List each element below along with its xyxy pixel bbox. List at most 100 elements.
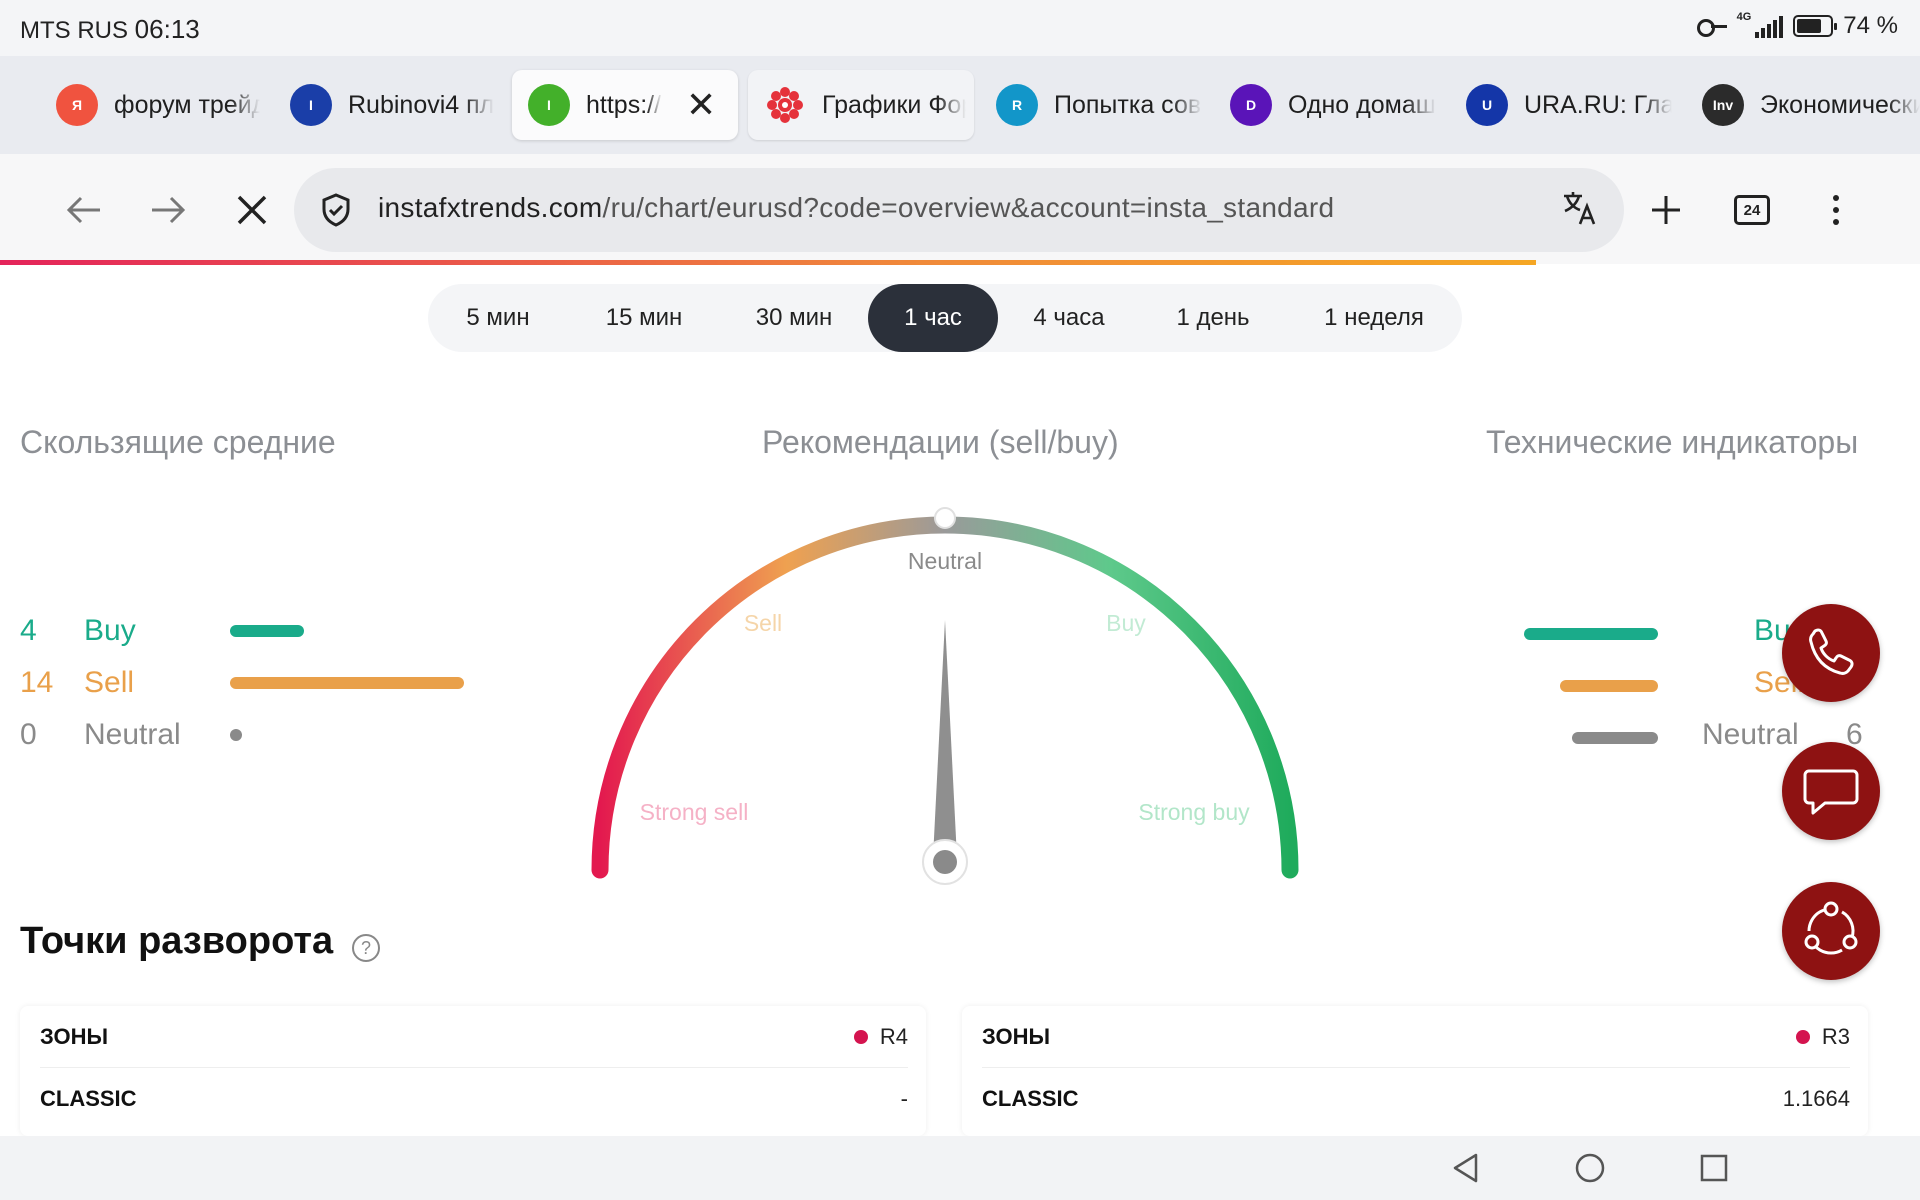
pivot-zone-row: ЗОНЫ R3 [982,1006,1850,1068]
site-favicon-icon: U [1466,84,1508,126]
timeframe-1w[interactable]: 1 неделя [1286,284,1462,352]
call-button[interactable] [1782,604,1880,702]
ti-neutral-bar [1572,732,1658,744]
site-favicon-icon: I [290,84,332,126]
ti-sell-bar [1560,680,1658,692]
carrier-and-clock: MTS RUS 06:13 [20,14,200,45]
ma-sell-count: 14 [20,666,54,699]
recommendation-gauge: Neutral Sell Buy Strong sell Strong buy [591,507,1299,885]
forward-arrow-icon[interactable] [138,182,198,238]
timeframe-selector: 5 мин 15 мин 30 мин 1 час 4 часа 1 день … [428,284,1462,352]
tab-title: Rubinovi4 платформа [348,90,494,119]
site-favicon-icon: R [996,84,1038,126]
gauge-label-neutral: Neutral [908,548,982,574]
timeframe-5m[interactable]: 5 мин [428,284,568,352]
nav-recents-icon[interactable] [1698,1152,1730,1184]
battery-icon [1793,15,1838,37]
stop-loading-icon[interactable] [222,182,282,238]
back-arrow-icon[interactable] [54,182,114,238]
ma-buy-count: 4 [20,614,37,647]
share-icon [1804,901,1858,955]
android-navigation-bar [0,1136,1920,1200]
ma-sell-label: Sell [84,666,135,699]
tab-title: Графики Форекс [822,90,966,119]
resistance-dot-icon [853,1029,868,1044]
gauge-label-strong-buy: Strong buy [1138,799,1250,825]
timeframe-15m[interactable]: 15 мин [568,284,720,352]
ti-neutral-label: Neutral [1702,718,1799,751]
address-bar[interactable]: instafxtrends.com/ru/chart/eurusd?code=o… [294,168,1624,252]
timeframe-1h[interactable]: 1 час [868,284,998,352]
ma-sell-row: 14 Sell [20,666,464,700]
browser-tab[interactable]: R Попытка совершения [980,70,1202,140]
vpn-key-icon [1696,16,1727,37]
browser-toolbar: instafxtrends.com/ru/chart/eurusd?code=o… [0,154,1920,264]
timeframe-4h[interactable]: 4 часа [998,284,1140,352]
phone-icon [1809,628,1854,675]
tab-title: Одно домашнее [1288,90,1436,119]
tab-switcher-button[interactable]: 24 [1732,182,1772,238]
yandex-favicon-icon: Я [56,84,98,126]
investing-favicon-icon: Inv [1702,84,1744,126]
tab-title: Экономические новости [1760,90,1920,119]
resistance-dot-icon [1795,1029,1810,1044]
ma-sell-bar [230,677,464,689]
browser-tab-strip: Я форум трейдеров I Rubinovi4 платформа … [0,56,1920,154]
pivot-card: ЗОНЫ R3 CLASSIC 1.1664 [962,1006,1868,1136]
gauge-needle [933,620,957,858]
pivot-points-title: Точки разворота [20,920,334,962]
gauge-label-sell: Sell [744,610,782,636]
nav-home-icon[interactable] [1574,1152,1606,1184]
gauge-label-buy: Buy [1106,610,1146,636]
clock: 06:13 [134,14,200,44]
status-icons: 4G 74 % [1696,11,1898,40]
browser-tab[interactable]: D Одно домашнее [1214,70,1436,140]
ma-neutral-count: 0 [20,718,37,751]
menu-dots-icon[interactable] [1824,182,1848,238]
tab-title: Попытка совершения [1054,90,1202,119]
timeframe-30m[interactable]: 30 мин [720,284,868,352]
ma-buy-label: Buy [84,614,136,647]
site-favicon-icon: D [1230,84,1272,126]
pivot-card: ЗОНЫ R4 CLASSIC - [20,1006,926,1136]
tab-title: https://instafxtrends [586,90,662,119]
browser-tab-active[interactable]: I https://instafxtrends ✕ [512,70,738,140]
signal-strength-icon [1755,14,1784,38]
ma-buy-row: 4 Buy [20,614,304,648]
tab-title: форум трейдеров [114,90,260,119]
pivot-classic-row: CLASSIC - [40,1086,908,1111]
browser-tab[interactable]: Inv Экономические новости [1686,70,1920,140]
ma-buy-bar [230,625,304,637]
network-type: 4G [1736,11,1752,23]
browser-tab[interactable]: Я форум трейдеров [40,70,260,140]
nav-back-icon[interactable] [1450,1152,1482,1184]
help-icon[interactable]: ? [352,934,380,962]
translate-icon[interactable] [1560,188,1600,236]
ma-neutral-bar [230,729,242,741]
pivot-zone-row: ЗОНЫ R4 [40,1006,908,1068]
ma-neutral-row: 0 Neutral [20,718,242,752]
timeframe-1d[interactable]: 1 день [1140,284,1286,352]
close-tab-icon[interactable]: ✕ [686,87,716,123]
page-load-progress [0,260,1536,265]
url-text[interactable]: instafxtrends.com/ru/chart/eurusd?code=o… [378,192,1334,224]
recommendations-title: Рекомендации (sell/buy) [762,424,1119,460]
ma-neutral-label: Neutral [84,718,181,751]
new-tab-plus-icon[interactable] [1646,182,1686,238]
share-button[interactable] [1782,882,1880,980]
shield-icon[interactable] [318,192,354,228]
browser-tab[interactable]: U URA.RU: Главные новости [1450,70,1672,140]
battery-percent: 74 % [1843,12,1898,39]
browser-tab[interactable]: I Rubinovi4 платформа [274,70,494,140]
technical-indicators-title: Технические индикаторы [1486,424,1859,460]
chat-icon [1803,769,1859,815]
moving-averages-title: Скользящие средние [20,424,336,460]
carrier-name: MTS RUS [20,17,128,44]
ti-buy-bar [1524,628,1658,640]
status-bar: MTS RUS 06:13 4G 74 % [0,0,1920,56]
tab-title: URA.RU: Главные новости [1524,90,1672,119]
site-favicon-icon: I [528,84,570,126]
browser-tab[interactable]: Графики Форекс [748,70,974,140]
chat-button[interactable] [1782,742,1880,840]
gauge-marker [934,507,956,529]
